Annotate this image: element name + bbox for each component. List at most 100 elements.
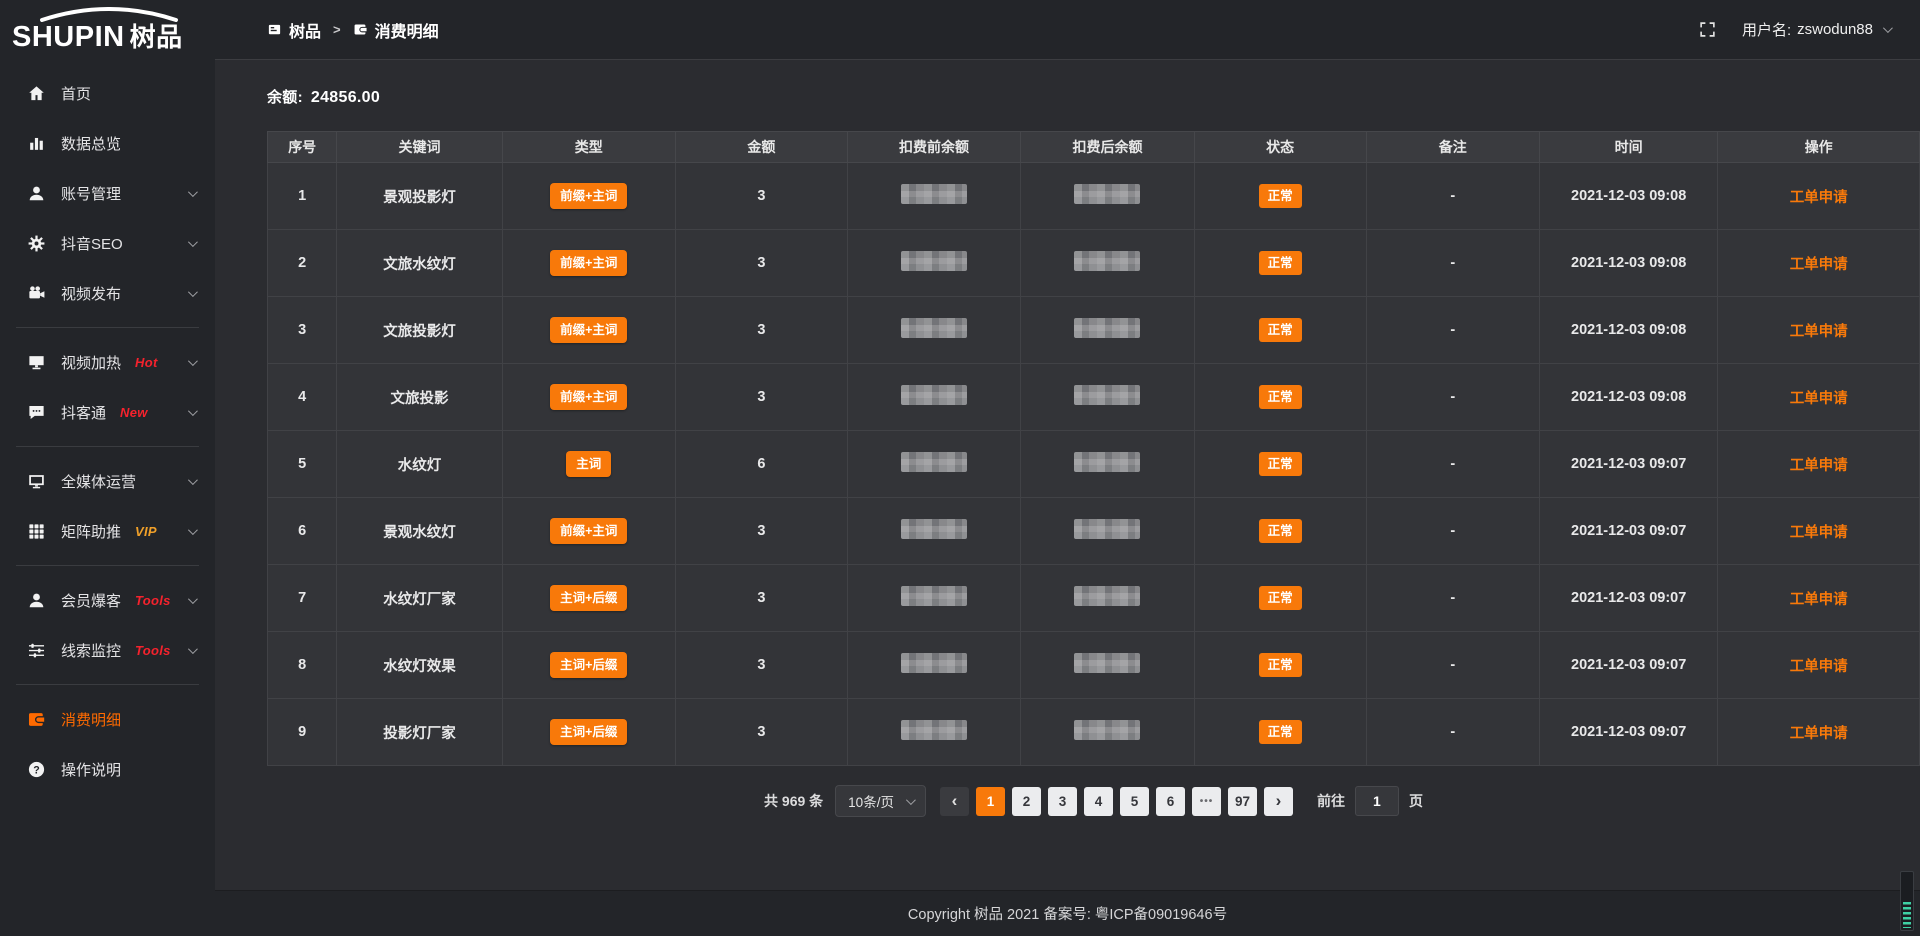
sidebar-item-6[interactable]: 视频加热Hot bbox=[0, 337, 215, 387]
cell-time: 2021-12-03 09:07 bbox=[1539, 498, 1717, 565]
cell-remark: - bbox=[1366, 431, 1539, 498]
cell-time: 2021-12-03 09:07 bbox=[1539, 565, 1717, 632]
balance-value: 24856.00 bbox=[311, 89, 380, 106]
breadcrumb-item-home[interactable]: 树品 bbox=[267, 18, 321, 42]
column-header: 操作 bbox=[1718, 132, 1920, 163]
sidebar-item-9[interactable]: 全媒体运营 bbox=[0, 456, 215, 506]
chevron-down-icon bbox=[188, 525, 198, 535]
sidebar-item-label: 操作说明 bbox=[61, 759, 121, 780]
monitor-icon bbox=[26, 472, 46, 491]
work-order-link[interactable]: 工单申请 bbox=[1790, 324, 1848, 340]
more-pages-button[interactable]: ••• bbox=[1192, 787, 1221, 816]
sidebar-item-13[interactable]: 线索监控Tools bbox=[0, 625, 215, 675]
page-button-6[interactable]: 6 bbox=[1156, 787, 1185, 816]
sidebar-item-3[interactable]: 抖音SEO bbox=[0, 218, 215, 268]
column-header: 类型 bbox=[502, 132, 675, 163]
page-size-value: 10条/页 bbox=[848, 791, 894, 811]
cell-remark: - bbox=[1366, 565, 1539, 632]
app-logo: SHUPIN树品 bbox=[0, 0, 215, 52]
column-header: 时间 bbox=[1539, 132, 1717, 163]
cell-time: 2021-12-03 09:08 bbox=[1539, 297, 1717, 364]
logo-cn: 树品 bbox=[130, 22, 183, 52]
sidebar-item-label: 抖客通 bbox=[61, 402, 106, 423]
cell-keyword: 水纹灯 bbox=[337, 431, 502, 498]
sidebar-item-0[interactable]: 首页 bbox=[0, 68, 215, 118]
work-order-link[interactable]: 工单申请 bbox=[1790, 726, 1848, 742]
cell-keyword: 文旅水纹灯 bbox=[337, 230, 502, 297]
page-button-5[interactable]: 5 bbox=[1120, 787, 1149, 816]
home-icon bbox=[26, 84, 46, 103]
work-order-link[interactable]: 工单申请 bbox=[1790, 391, 1848, 407]
sidebar-item-label: 视频发布 bbox=[61, 283, 121, 304]
username-value: zswodun88 bbox=[1797, 21, 1873, 38]
main-content: 余额:24856.00 序号关键词类型金额扣费前余额扣费后余额状态备注时间操作 … bbox=[215, 60, 1920, 890]
masked-balance-before bbox=[901, 452, 967, 472]
page-size-select[interactable]: 10条/页 bbox=[835, 785, 926, 817]
fullscreen-icon[interactable] bbox=[1699, 21, 1716, 38]
user-menu[interactable]: 用户名: zswodun88 bbox=[1742, 19, 1890, 40]
sidebar-item-1[interactable]: 数据总览 bbox=[0, 118, 215, 168]
cell-remark: - bbox=[1366, 699, 1539, 766]
sidebar-item-label: 矩阵助推 bbox=[61, 521, 121, 542]
cell-index: 5 bbox=[268, 431, 337, 498]
page-button-3[interactable]: 3 bbox=[1048, 787, 1077, 816]
sidebar-item-label: 消费明细 bbox=[61, 709, 121, 730]
goto-page-input[interactable] bbox=[1355, 786, 1399, 816]
status-badge: 正常 bbox=[1259, 586, 1302, 611]
sidebar-item-label: 账号管理 bbox=[61, 183, 121, 204]
sidebar-item-label: 视频加热 bbox=[61, 352, 121, 373]
logo-en: SHUPIN bbox=[12, 21, 125, 53]
sidebar-nav: 首页数据总览账号管理抖音SEO视频发布视频加热Hot抖客通New全媒体运营矩阵助… bbox=[0, 52, 215, 936]
column-header: 序号 bbox=[268, 132, 337, 163]
page-button-97[interactable]: 97 bbox=[1228, 787, 1257, 816]
sidebar-item-badge: New bbox=[120, 405, 148, 420]
next-page-button[interactable]: › bbox=[1264, 787, 1293, 816]
page-button-4[interactable]: 4 bbox=[1084, 787, 1113, 816]
cell-index: 7 bbox=[268, 565, 337, 632]
sidebar-item-16[interactable]: ?操作说明 bbox=[0, 744, 215, 794]
chevron-down-icon bbox=[188, 356, 198, 366]
sidebar-item-10[interactable]: 矩阵助推VIP bbox=[0, 506, 215, 556]
chevron-down-icon bbox=[906, 795, 916, 805]
work-order-link[interactable]: 工单申请 bbox=[1790, 525, 1848, 541]
cell-amount: 3 bbox=[676, 498, 848, 565]
work-order-link[interactable]: 工单申请 bbox=[1790, 592, 1848, 608]
logo-text: SHUPIN树品 bbox=[12, 22, 205, 52]
type-badge: 前缀+主词 bbox=[550, 317, 627, 344]
table-row: 5水纹灯主词6正常-2021-12-03 09:07工单申请 bbox=[268, 431, 1920, 498]
cell-keyword: 水纹灯厂家 bbox=[337, 565, 502, 632]
page-button-2[interactable]: 2 bbox=[1012, 787, 1041, 816]
sidebar-divider bbox=[16, 565, 199, 566]
page-button-1[interactable]: 1 bbox=[976, 787, 1005, 816]
sidebar-item-4[interactable]: 视频发布 bbox=[0, 268, 215, 318]
breadcrumb-label: 树品 bbox=[289, 18, 321, 42]
chevron-down-icon bbox=[188, 287, 198, 297]
sidebar-item-15[interactable]: 消费明细 bbox=[0, 694, 215, 744]
type-badge: 前缀+主词 bbox=[550, 250, 627, 277]
cell-keyword: 景观投影灯 bbox=[337, 163, 502, 230]
masked-balance-before bbox=[901, 318, 967, 338]
chevron-down-icon bbox=[188, 475, 198, 485]
mini-scrollbar[interactable] bbox=[1900, 871, 1914, 931]
masked-balance-after bbox=[1074, 519, 1140, 539]
work-order-link[interactable]: 工单申请 bbox=[1790, 257, 1848, 273]
logo-arc-icon bbox=[34, 7, 184, 22]
cell-amount: 3 bbox=[676, 364, 848, 431]
cell-remark: - bbox=[1366, 297, 1539, 364]
prev-page-button[interactable]: ‹ bbox=[940, 787, 969, 816]
chevron-down-icon bbox=[188, 644, 198, 654]
sidebar-item-2[interactable]: 账号管理 bbox=[0, 168, 215, 218]
sidebar-item-7[interactable]: 抖客通 New bbox=[0, 387, 215, 437]
balance-label: 余额: bbox=[267, 89, 303, 106]
sidebar-item-12[interactable]: 会员爆客Tools bbox=[0, 575, 215, 625]
sidebar-item-badge: Tools bbox=[135, 643, 171, 658]
username-label: 用户名: bbox=[1742, 19, 1791, 40]
pagination: 共 969 条 10条/页 ‹123456•••97› 前往 页 bbox=[267, 785, 1920, 817]
cell-amount: 3 bbox=[676, 699, 848, 766]
masked-balance-before bbox=[901, 720, 967, 740]
work-order-link[interactable]: 工单申请 bbox=[1790, 659, 1848, 675]
chevron-down-icon bbox=[188, 594, 198, 604]
status-badge: 正常 bbox=[1259, 653, 1302, 678]
work-order-link[interactable]: 工单申请 bbox=[1790, 458, 1848, 474]
work-order-link[interactable]: 工单申请 bbox=[1790, 190, 1848, 206]
